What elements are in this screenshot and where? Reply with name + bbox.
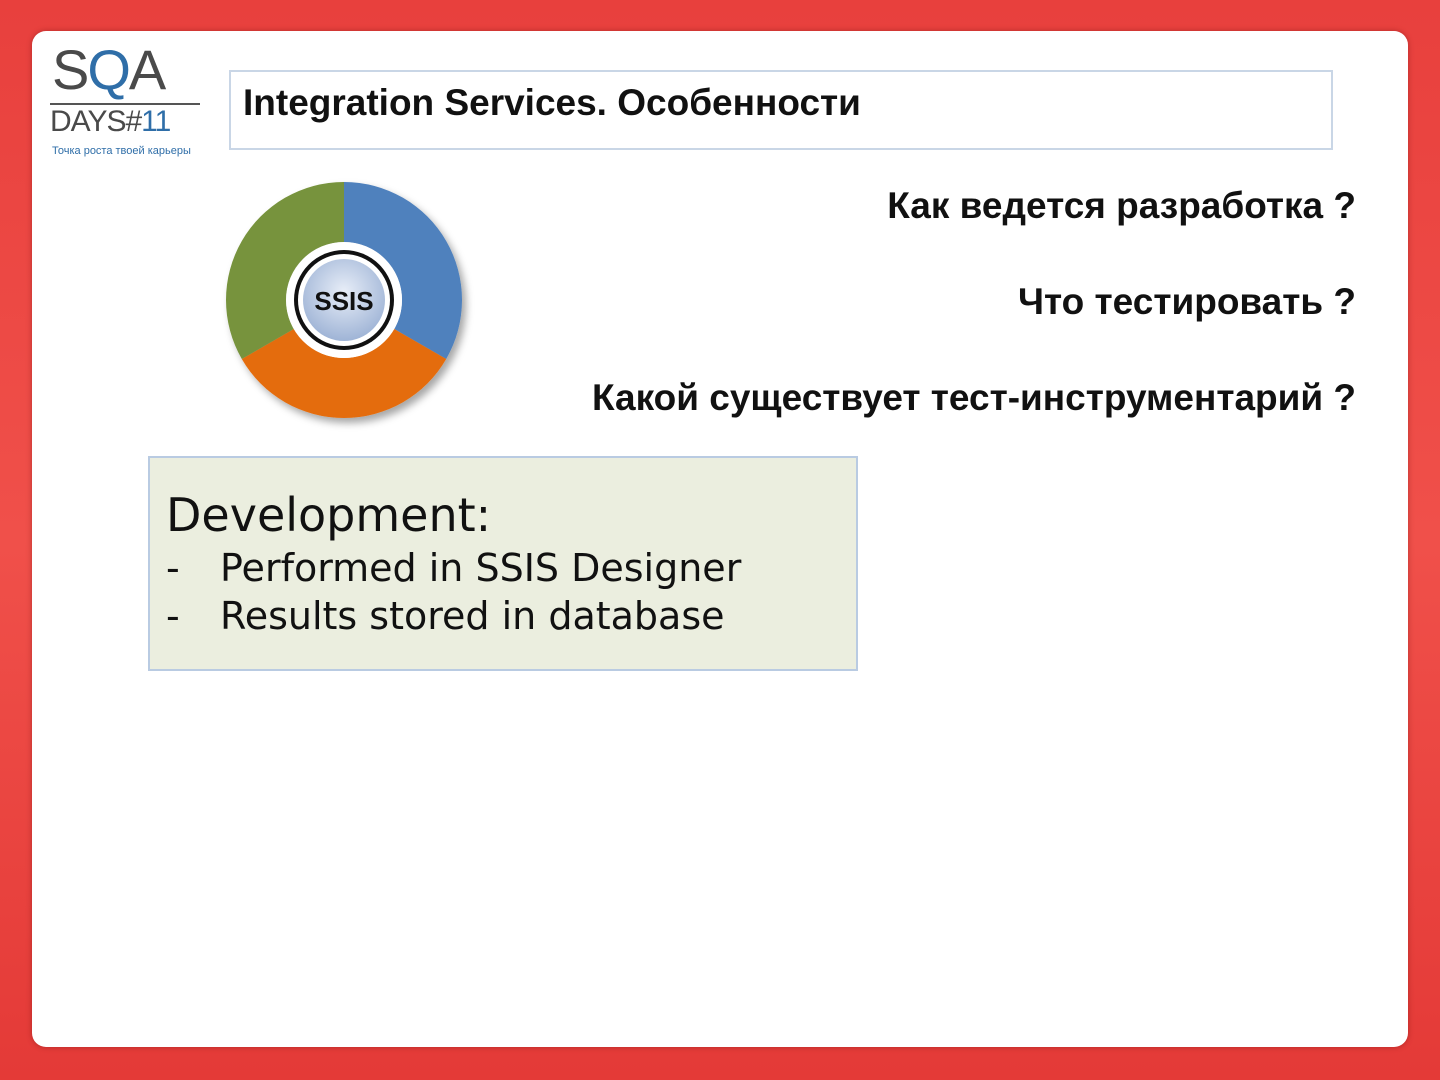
logo-days: DAYS#11 xyxy=(50,105,171,138)
logo-wordmark: SQA xyxy=(52,38,166,101)
development-item: - Results stored in database xyxy=(166,594,725,638)
logo-tagline: Точка роста твоей карьеры xyxy=(52,145,191,157)
questions-list: Как ведется разработка ? Что тестировать… xyxy=(456,184,1356,472)
question-item: Как ведется разработка ? xyxy=(887,185,1356,226)
question-item: Какой существует тест-инструментарий ? xyxy=(591,377,1356,418)
development-heading: Development: xyxy=(166,488,492,542)
ssis-diagram: SSIS xyxy=(220,176,480,436)
sqa-days-logo: SQA DAYS#11 Точка роста твоей карьеры xyxy=(48,38,208,159)
ssis-donut-svg: SSIS xyxy=(226,182,462,418)
question-item: Что тестировать ? xyxy=(1018,281,1356,322)
page-title: Integration Services. Особенности xyxy=(243,82,861,123)
development-item: - Performed in SSIS Designer xyxy=(166,546,742,590)
slide: SQA DAYS#11 Точка роста твоей карьеры In… xyxy=(32,31,1408,1047)
development-box: Development: - Performed in SSIS Designer… xyxy=(148,456,858,671)
title-box: Integration Services. Особенности xyxy=(229,70,1333,150)
hub-label: SSIS xyxy=(314,286,373,316)
